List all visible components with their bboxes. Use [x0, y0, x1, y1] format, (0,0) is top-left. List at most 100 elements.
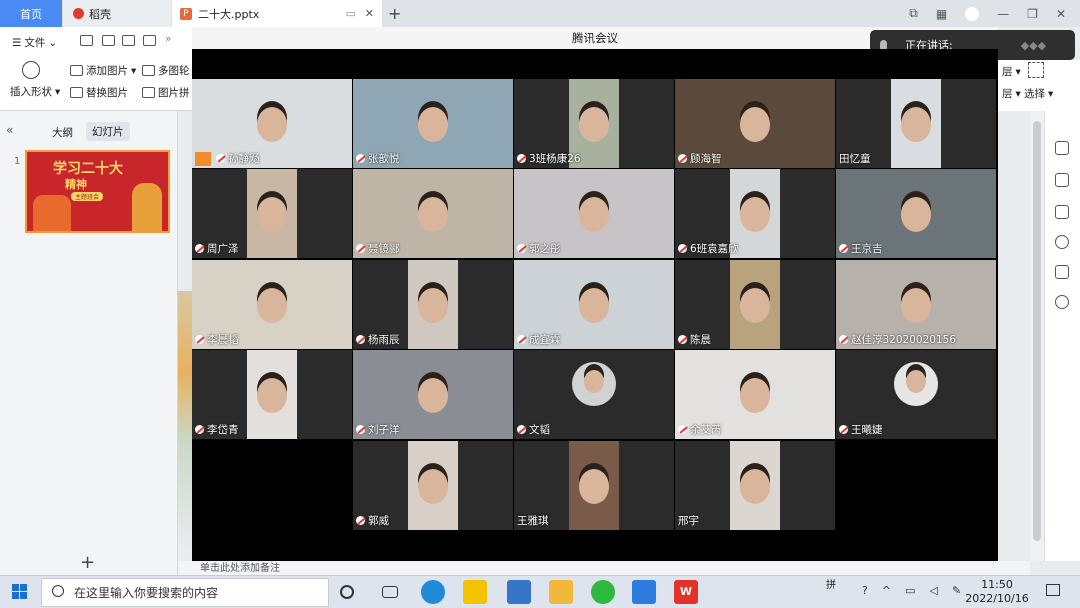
print-icon[interactable]: [122, 35, 135, 46]
participant-tile[interactable]: 赵佳淳32020020156: [836, 260, 996, 349]
participant-tile[interactable]: 刘子洋: [353, 350, 513, 439]
notes-bar[interactable]: 单击此处添加备注: [178, 561, 1030, 575]
task-view-icon[interactable]: [382, 586, 398, 598]
restore-icon[interactable]: ❐: [1027, 7, 1038, 21]
participant-tile[interactable]: 田忆童: [836, 79, 996, 168]
host-icon: [195, 151, 211, 166]
participant-tile[interactable]: 郭威: [353, 441, 513, 530]
participant-name-label: 顾海智: [690, 153, 722, 165]
participant-tile[interactable]: 3班杨康26: [514, 79, 674, 168]
mic-muted-icon: [356, 244, 365, 253]
add-slide-button[interactable]: +: [80, 552, 95, 573]
participant-tile[interactable]: 李晨韬: [192, 260, 352, 349]
clock[interactable]: 11:50 2022/10/16: [960, 578, 1034, 606]
replace-image-button[interactable]: 替换图片: [70, 85, 128, 100]
participant-name: 3班杨康26: [517, 151, 581, 166]
save-icon[interactable]: [80, 35, 93, 46]
file-explorer-icon[interactable]: [549, 580, 573, 604]
vertical-scrollbar[interactable]: [1030, 111, 1044, 561]
calculator-icon[interactable]: [507, 580, 531, 604]
participant-tile[interactable]: 杨雨辰: [353, 260, 513, 349]
participant-tile[interactable]: 王曦婕: [836, 350, 996, 439]
notification-icon[interactable]: [1046, 584, 1060, 596]
help-tray-icon[interactable]: ?: [862, 584, 868, 597]
participant-tile[interactable]: 余艾芮: [675, 350, 835, 439]
help-icon[interactable]: [1055, 235, 1069, 249]
image-puzzle-button[interactable]: 图片拼: [142, 85, 190, 100]
add-image-button[interactable]: 添加图片 ▾: [70, 63, 136, 78]
scrollbar-thumb[interactable]: [1033, 121, 1041, 541]
participant-tile[interactable]: 郭之彤: [514, 169, 674, 258]
participant-face: [901, 197, 931, 232]
tab-slides[interactable]: 幻灯片: [86, 122, 130, 141]
participant-tile[interactable]: 邢宇: [675, 441, 835, 530]
new-tab-button[interactable]: +: [388, 0, 408, 27]
close-tab-icon[interactable]: ✕: [365, 7, 374, 20]
file-menu-label: 文件: [24, 37, 46, 49]
participant-face: [418, 378, 448, 413]
preview-icon[interactable]: [143, 35, 156, 46]
close-icon[interactable]: ✕: [1056, 7, 1066, 21]
tab-daoke[interactable]: 稻壳: [63, 0, 171, 27]
wechat-icon[interactable]: [591, 580, 615, 604]
mic-muted-icon: [517, 154, 526, 163]
participant-tile[interactable]: 文韬: [514, 350, 674, 439]
sticky-notes-icon[interactable]: [463, 580, 487, 604]
chevron-up-icon[interactable]: ^: [882, 584, 891, 597]
participant-tile[interactable]: 孙静飏: [192, 79, 352, 168]
more-icon[interactable]: »: [165, 33, 171, 45]
multi-image-button[interactable]: 多图轮: [142, 63, 190, 78]
chevron-down-icon: ⌄: [48, 36, 58, 49]
layout-icon[interactable]: ⧉: [909, 6, 918, 21]
tencent-meeting-icon[interactable]: [632, 580, 656, 604]
select-button[interactable]: 选择 ▾: [1024, 86, 1053, 101]
tab-home[interactable]: 首页: [0, 0, 62, 27]
participant-tile[interactable]: 张歆悦: [353, 79, 513, 168]
participant-tile[interactable]: 周广泽: [192, 169, 352, 258]
slide-thumbnail[interactable]: 学习二十大 精神 主题班会: [25, 150, 170, 233]
participant-name-label: 文韬: [529, 424, 550, 436]
mic-muted-icon: [195, 244, 204, 253]
mic-muted-icon: [517, 244, 526, 253]
wps-icon[interactable]: W: [674, 580, 698, 604]
participant-face: [579, 469, 609, 504]
export-icon[interactable]: [102, 35, 115, 46]
participant-tile[interactable]: 6班袁嘉欣: [675, 169, 835, 258]
image-settings-icon[interactable]: [1055, 265, 1069, 279]
location-icon[interactable]: [1055, 295, 1069, 309]
participant-tile[interactable]: 聂镜郦: [353, 169, 513, 258]
monitor-icon[interactable]: ▭: [346, 7, 356, 20]
participant-name-label: 聂镜郦: [368, 243, 400, 255]
taskbar-search[interactable]: 在这里输入你要搜索的内容: [41, 578, 329, 607]
file-menu[interactable]: ☰ 文件 ⌄: [12, 35, 57, 50]
cortana-icon[interactable]: [340, 585, 354, 599]
participant-tile[interactable]: 王雅琪: [514, 441, 674, 530]
layer-button[interactable]: 层 ▾: [1002, 86, 1021, 101]
minimize-icon[interactable]: —: [997, 7, 1009, 21]
avatar[interactable]: [965, 6, 980, 21]
copy-icon[interactable]: [1055, 205, 1069, 219]
taskbar: 在这里输入你要搜索的内容 W 拼 ? ^ ▭ ◁ ✎ 11:50 2022/10…: [0, 575, 1080, 608]
participant-tile[interactable]: 顾海智: [675, 79, 835, 168]
collapse-panel-icon[interactable]: «: [6, 123, 13, 137]
participant-face: [740, 197, 770, 232]
participant-name-label: 孙静飏: [228, 153, 260, 165]
participant-tile[interactable]: 陈晨: [675, 260, 835, 349]
volume-icon[interactable]: ◁: [929, 584, 937, 597]
layer-button-top[interactable]: 层 ▾: [1002, 64, 1021, 79]
tab-document[interactable]: P 二十大.pptx ▭ ✕: [172, 0, 382, 27]
adjust-icon[interactable]: [1055, 141, 1069, 155]
participant-tile[interactable]: 王京吉: [836, 169, 996, 258]
slide-subtitle: 精神: [65, 178, 87, 191]
windows-start-icon[interactable]: [12, 584, 28, 600]
participant-tile[interactable]: 李岱青: [192, 350, 352, 439]
mic-muted-icon: [678, 425, 687, 434]
tab-outline[interactable]: 大纲: [52, 125, 73, 140]
grid-icon[interactable]: ▦: [936, 7, 947, 21]
edge-browser-icon[interactable]: [421, 580, 445, 604]
participant-tile[interactable]: 成宜霖: [514, 260, 674, 349]
network-icon[interactable]: ▭: [905, 584, 915, 597]
star-icon[interactable]: [1055, 173, 1069, 187]
tab-document-label: 二十大.pptx: [198, 7, 260, 21]
insert-shape-button[interactable]: 插入形状 ▾: [10, 84, 60, 99]
